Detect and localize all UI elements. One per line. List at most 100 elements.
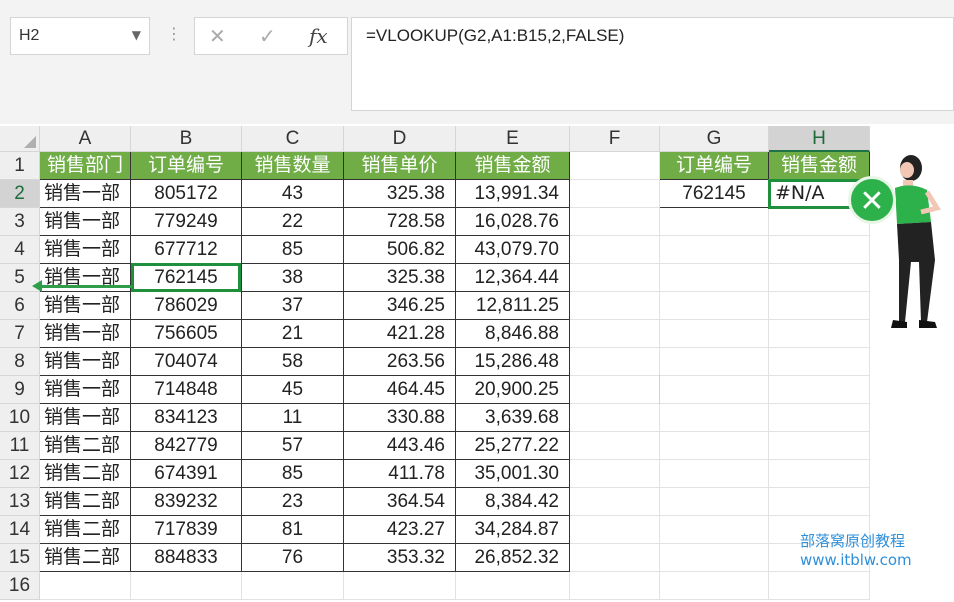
table-cell[interactable]: 12,811.25 (456, 292, 570, 320)
empty-cell[interactable] (660, 404, 769, 432)
empty-cell[interactable] (769, 432, 870, 460)
table-cell[interactable]: 728.58 (344, 208, 456, 236)
table-cell[interactable]: 22 (242, 208, 344, 236)
table-cell[interactable]: 8,846.88 (456, 320, 570, 348)
empty-cell[interactable] (769, 460, 870, 488)
empty-cell[interactable] (660, 320, 769, 348)
table-cell[interactable]: 325.38 (344, 264, 456, 292)
empty-cell[interactable] (344, 572, 456, 600)
table-header-cell[interactable]: 订单编号 (131, 152, 242, 180)
column-header-e[interactable]: E (456, 126, 570, 152)
table-cell[interactable]: 677712 (131, 236, 242, 264)
empty-cell[interactable] (570, 180, 660, 208)
empty-cell[interactable] (769, 292, 870, 320)
table-header-cell[interactable]: 销售数量 (242, 152, 344, 180)
name-box[interactable]: H2 ▼ (10, 17, 150, 55)
empty-cell[interactable] (660, 264, 769, 292)
select-all-corner[interactable] (0, 126, 40, 152)
empty-cell[interactable] (660, 432, 769, 460)
table-cell[interactable]: 11 (242, 404, 344, 432)
table-cell[interactable]: 58 (242, 348, 344, 376)
column-header-b[interactable]: B (131, 126, 242, 152)
table-cell[interactable]: 23 (242, 488, 344, 516)
table-cell[interactable]: 353.32 (344, 544, 456, 572)
table-cell[interactable]: 364.54 (344, 488, 456, 516)
table-cell[interactable]: 76 (242, 544, 344, 572)
table-cell[interactable]: 674391 (131, 460, 242, 488)
empty-cell[interactable] (570, 264, 660, 292)
table-cell[interactable]: 263.56 (344, 348, 456, 376)
empty-cell[interactable] (40, 572, 131, 600)
table-cell[interactable]: 销售二部 (40, 488, 131, 516)
empty-cell[interactable] (570, 320, 660, 348)
table-cell[interactable]: 81 (242, 516, 344, 544)
table-cell[interactable]: 464.45 (344, 376, 456, 404)
empty-cell[interactable] (660, 460, 769, 488)
table-cell[interactable]: 842779 (131, 432, 242, 460)
fx-icon[interactable]: fx (309, 24, 328, 48)
empty-cell[interactable] (570, 460, 660, 488)
empty-cell[interactable] (769, 348, 870, 376)
row-header-11[interactable]: 11 (0, 432, 40, 460)
table-cell[interactable]: 45 (242, 376, 344, 404)
row-header-13[interactable]: 13 (0, 488, 40, 516)
table-cell[interactable]: 26,852.32 (456, 544, 570, 572)
empty-cell[interactable] (660, 236, 769, 264)
table-cell[interactable]: 35,001.30 (456, 460, 570, 488)
chevron-down-icon[interactable]: ▼ (132, 28, 141, 42)
empty-cell[interactable] (660, 488, 769, 516)
table-cell[interactable]: 销售一部 (40, 208, 131, 236)
empty-cell[interactable] (570, 152, 660, 180)
row-header-10[interactable]: 10 (0, 404, 40, 432)
table-cell[interactable]: 38 (242, 264, 344, 292)
table-cell[interactable]: 销售二部 (40, 460, 131, 488)
lookup-header-cell[interactable]: 销售金额 (769, 152, 870, 180)
empty-cell[interactable] (242, 572, 344, 600)
check-icon[interactable]: ✓ (259, 24, 276, 48)
empty-cell[interactable] (660, 292, 769, 320)
table-cell[interactable]: 12,364.44 (456, 264, 570, 292)
column-header-d[interactable]: D (344, 126, 456, 152)
row-header-4[interactable]: 4 (0, 236, 40, 264)
table-cell[interactable]: 779249 (131, 208, 242, 236)
table-cell[interactable]: 805172 (131, 180, 242, 208)
table-cell[interactable]: 421.28 (344, 320, 456, 348)
table-cell[interactable]: 3,639.68 (456, 404, 570, 432)
table-cell[interactable]: 443.46 (344, 432, 456, 460)
column-header-g[interactable]: G (660, 126, 769, 152)
table-cell[interactable]: 销售一部 (40, 292, 131, 320)
table-cell[interactable]: 13,991.34 (456, 180, 570, 208)
table-cell[interactable]: 16,028.76 (456, 208, 570, 236)
empty-cell[interactable] (570, 544, 660, 572)
table-cell[interactable]: 销售一部 (40, 236, 131, 264)
table-cell[interactable]: 411.78 (344, 460, 456, 488)
formula-input[interactable]: =VLOOKUP(G2,A1:B15,2,FALSE) (351, 17, 954, 111)
empty-cell[interactable] (570, 236, 660, 264)
table-cell[interactable]: 85 (242, 236, 344, 264)
empty-cell[interactable] (769, 376, 870, 404)
empty-cell[interactable] (660, 376, 769, 404)
empty-cell[interactable] (660, 572, 769, 600)
table-header-cell[interactable]: 销售单价 (344, 152, 456, 180)
column-header-c[interactable]: C (242, 126, 344, 152)
table-cell[interactable]: 销售二部 (40, 544, 131, 572)
table-cell[interactable]: 销售一部 (40, 376, 131, 404)
table-cell[interactable]: 834123 (131, 404, 242, 432)
table-cell[interactable]: 销售一部 (40, 404, 131, 432)
table-cell[interactable]: 423.27 (344, 516, 456, 544)
table-cell[interactable]: 销售二部 (40, 432, 131, 460)
empty-cell[interactable] (570, 572, 660, 600)
table-cell[interactable]: 786029 (131, 292, 242, 320)
empty-cell[interactable] (769, 572, 870, 600)
empty-cell[interactable] (769, 404, 870, 432)
table-cell[interactable]: 20,900.25 (456, 376, 570, 404)
table-cell[interactable]: 销售二部 (40, 516, 131, 544)
table-cell[interactable]: 839232 (131, 488, 242, 516)
table-cell[interactable]: 506.82 (344, 236, 456, 264)
table-cell[interactable]: 销售一部 (40, 180, 131, 208)
empty-cell[interactable] (769, 488, 870, 516)
row-header-15[interactable]: 15 (0, 544, 40, 572)
table-cell[interactable]: 346.25 (344, 292, 456, 320)
empty-cell[interactable] (570, 208, 660, 236)
column-header-a[interactable]: A (40, 126, 131, 152)
